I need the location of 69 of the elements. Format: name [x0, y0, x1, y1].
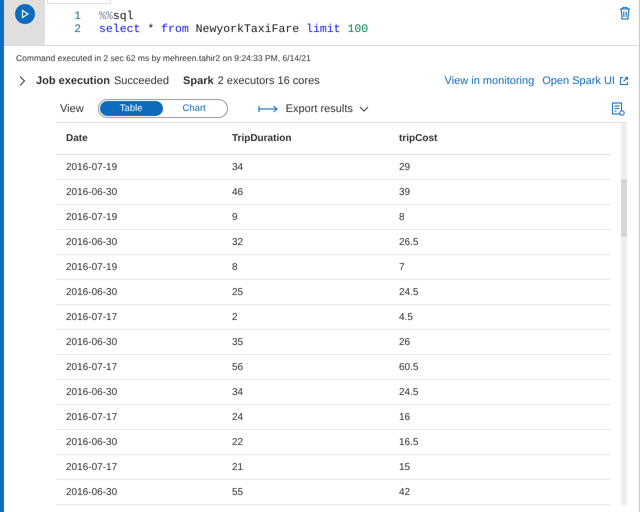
code-line: select * from NewyorkTaxiFare limit 100 [99, 23, 368, 36]
spark-info: 2 executors 16 cores [218, 75, 320, 87]
column-header: Date [56, 123, 222, 154]
link[interactable]: View in monitoring [444, 75, 534, 87]
table-cell: 2016-06-30 [56, 280, 222, 304]
table-cell: 29 [389, 154, 611, 180]
table-cell: 39 [389, 180, 611, 204]
table-cell: 7 [389, 254, 611, 280]
table-cell: 8 [389, 204, 611, 230]
status-text: Command executed in 2 sec 62 ms by mehreen.tahir2 on 9:24:33 PM, 6/14/21 [15, 52, 312, 65]
spark-label: Spark [183, 75, 214, 87]
table-cell: 35 [222, 330, 389, 354]
table-cell: 4.5 [389, 304, 611, 330]
view-label: View [60, 102, 84, 114]
chevron-right-icon[interactable] [18, 75, 26, 87]
table-cell: 15 [389, 454, 611, 480]
table-cell: 16 [389, 404, 611, 430]
view-tab[interactable]: Table [100, 101, 163, 116]
table-cell: 56 [222, 354, 389, 380]
job-status: Succeeded [114, 75, 170, 87]
table-cell: 2016-07-17 [56, 304, 222, 330]
line-number: 1 [73, 10, 81, 23]
table-cell: 21 [222, 454, 389, 480]
table-cell: 42 [389, 480, 611, 504]
table-cell: 2 [222, 304, 389, 330]
table-cell: 2016-06-30 [56, 480, 222, 504]
chevron-down-icon [358, 104, 369, 112]
table-cell: 16.5 [389, 430, 611, 454]
column-header: tripCost [389, 123, 611, 154]
scrollbar[interactable] [621, 123, 627, 505]
table-cell: 2016-07-19 [56, 154, 222, 180]
link[interactable]: Open Spark UI [542, 75, 615, 87]
table-cell: 32 [222, 230, 389, 254]
line-number: 2 [73, 23, 81, 36]
table-cell: 2016-06-30 [56, 380, 222, 404]
external-link-icon [619, 76, 629, 86]
table-cell: 24 [222, 404, 389, 430]
table-cell: 2016-07-19 [56, 254, 222, 280]
table-cell: 2016-07-17 [56, 354, 222, 380]
table-cell: 2016-06-30 [56, 180, 222, 204]
table-cell: 2016-07-19 [56, 204, 222, 230]
table-cell: 25 [222, 280, 389, 304]
table-cell: 60.5 [389, 354, 611, 380]
table-cell: 24.5 [389, 280, 611, 304]
table-cell: 26.5 [389, 230, 611, 254]
arrow-right-icon [258, 104, 280, 114]
column-header: TripDuration [222, 123, 389, 154]
table-cell: 24.5 [389, 380, 611, 404]
table-cell: 2016-06-30 [56, 430, 222, 454]
table-cell: 9 [222, 204, 389, 230]
table-cell: 2016-07-17 [56, 404, 222, 430]
play-icon [20, 9, 30, 19]
table-cell: 34 [222, 380, 389, 404]
table-cell: 55 [222, 480, 389, 504]
table-cell: 34 [222, 154, 389, 180]
view-tab[interactable]: Chart [162, 101, 226, 116]
table-cell: 8 [222, 254, 389, 280]
table-cell: 2016-07-17 [56, 454, 222, 480]
table-cell: 46 [222, 180, 389, 204]
run-button[interactable] [14, 4, 34, 24]
job-label: Job execution [36, 75, 110, 87]
code-line: %%sql [99, 10, 134, 23]
table-cell: 26 [389, 330, 611, 354]
table-cell: 2016-06-30 [56, 330, 222, 354]
delete-icon[interactable] [619, 6, 631, 20]
export-button[interactable]: Export results [258, 102, 369, 114]
table-cell: 2016-06-30 [56, 230, 222, 254]
table-cell: 22 [222, 430, 389, 454]
settings-icon[interactable] [611, 102, 625, 116]
